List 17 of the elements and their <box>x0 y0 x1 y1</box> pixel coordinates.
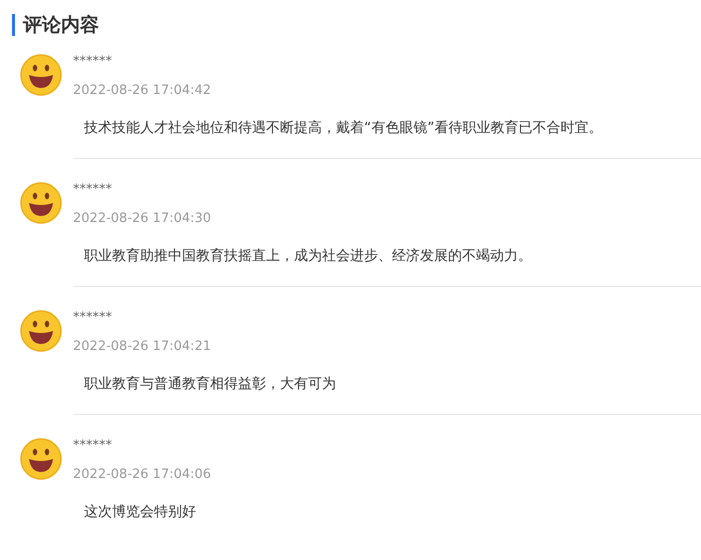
smiley-avatar-icon <box>19 181 63 225</box>
comment-time: 2022-08-26 17:04:42 <box>73 82 212 100</box>
section-title: 评论内容 <box>12 14 701 36</box>
comment-text: 这次博览会特别好 <box>83 503 197 522</box>
commenter-name: ****** <box>73 53 113 71</box>
comment-time: 2022-08-26 17:04:21 <box>73 338 212 356</box>
comment-text: 职业教育与普通教育相得益彰，大有可为 <box>83 375 337 394</box>
commenter-name: ****** <box>73 309 113 327</box>
comment-text: 职业教育助推中国教育扶摇直上，成为社会进步、经济发展的不竭动力。 <box>83 247 533 266</box>
comment-text: 技术技能人才社会地位和待遇不断提高，戴着“有色眼镜”看待职业教育已不合时宜。 <box>83 119 604 138</box>
smiley-avatar-icon <box>19 437 63 481</box>
smiley-avatar-icon <box>19 309 63 353</box>
smiley-avatar-icon <box>19 53 63 97</box>
comment-time: 2022-08-26 17:04:30 <box>73 210 212 228</box>
commenter-name: ****** <box>73 181 113 199</box>
comment-time: 2022-08-26 17:04:06 <box>73 466 212 484</box>
commenter-name: ****** <box>73 437 113 455</box>
